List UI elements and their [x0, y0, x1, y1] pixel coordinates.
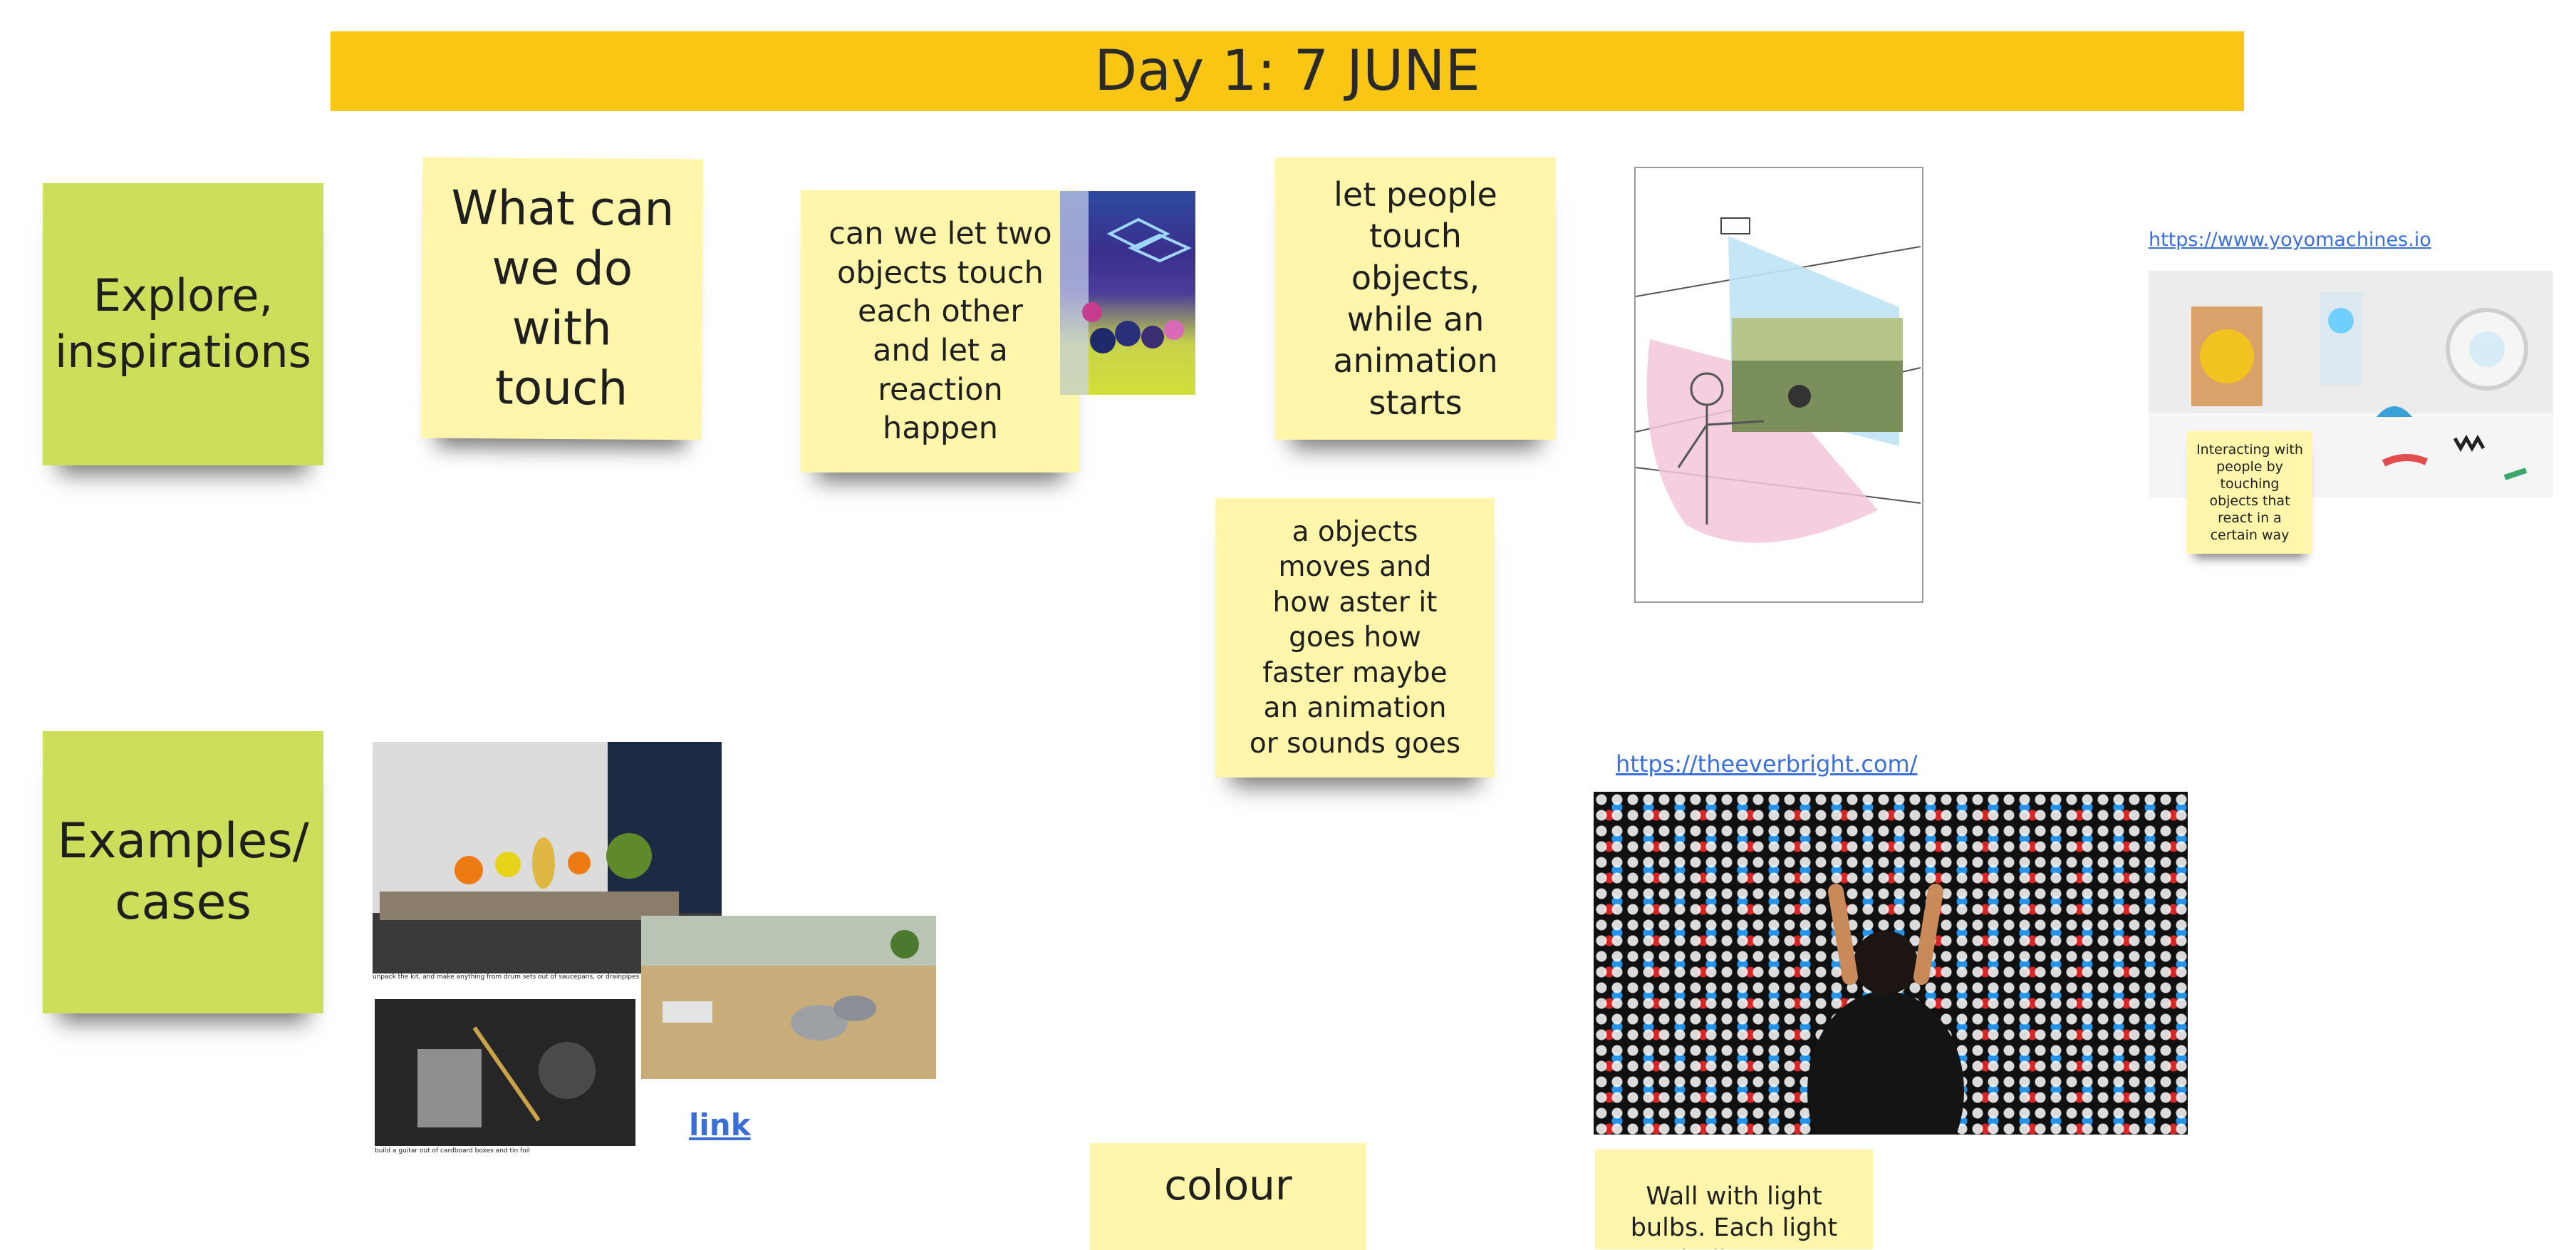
kit-caption: unpack the kit, and make anything from d… — [373, 973, 640, 981]
sticky-explore-text: Explore, inspirations — [55, 269, 311, 378]
sticky-colour[interactable]: colour — [1090, 1143, 1366, 1250]
sticky-objects-moves[interactable]: a objects moves and how aster it goes ho… — [1215, 498, 1495, 778]
sticky-wall[interactable]: Wall with light bulbs. Each light bulb c… — [1595, 1150, 1873, 1249]
everbright-link[interactable]: https://theeverbright.com/ — [1616, 750, 1917, 778]
sticky-what-touch[interactable]: What can we do with touch — [420, 157, 704, 440]
concert-lights-illustration — [1060, 191, 1192, 395]
sticky-examples[interactable]: Examples/ cases — [43, 731, 323, 1013]
everbright-child-illustration — [1807, 884, 1964, 1135]
sticky-two-objects-text: can we let two objects touch each other … — [829, 216, 1052, 447]
everbright-wall-photo[interactable] — [1594, 792, 2188, 1135]
concert-lights-image[interactable] — [1060, 191, 1195, 395]
sticky-colour-text: colour — [1164, 1161, 1292, 1210]
sticky-explore[interactable]: Explore, inspirations — [43, 183, 323, 465]
workbench-photo[interactable] — [641, 916, 936, 1079]
projection-sketch-image[interactable] — [1634, 167, 1923, 603]
sticky-what-touch-text: What can we do with touch — [451, 180, 675, 416]
sticky-interacting-text: Interacting with people by touching obje… — [2196, 441, 2303, 544]
link-text[interactable]: link — [689, 1107, 751, 1142]
guitar-illustration — [375, 999, 635, 1146]
sticky-wall-text: Wall with light bulbs. Each light bulb c… — [1630, 1182, 1838, 1249]
guitar-photo[interactable] — [375, 999, 635, 1146]
day-title-banner: Day 1: 7 JUNE — [331, 31, 2244, 111]
sticky-objects-moves-text: a objects moves and how aster it goes ho… — [1249, 515, 1461, 760]
sticky-two-objects[interactable]: can we let two objects touch each other … — [801, 190, 1080, 472]
sticky-interacting[interactable]: Interacting with people by touching obje… — [2187, 431, 2312, 554]
sticky-let-people[interactable]: let people touch objects, while an anima… — [1275, 157, 1556, 440]
guitar-caption: build a guitar out of cardboard boxes an… — [375, 1147, 530, 1155]
projection-sketch-illustration — [1636, 217, 1921, 543]
sticky-let-people-text: let people touch objects, while an anima… — [1333, 175, 1498, 422]
workbench-illustration — [641, 916, 936, 1079]
yoyomachines-link[interactable]: https://www.yoyomachines.io — [2149, 229, 2431, 251]
day-title: Day 1: 7 JUNE — [1094, 39, 1480, 103]
sticky-examples-text: Examples/ cases — [57, 812, 309, 931]
